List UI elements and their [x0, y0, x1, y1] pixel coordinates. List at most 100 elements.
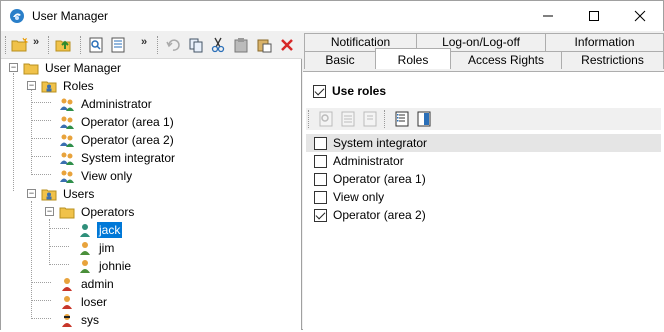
list-icon: [341, 111, 355, 127]
title-bar: User Manager: [1, 1, 663, 31]
tree-user-jack[interactable]: jack: [77, 221, 123, 239]
tree-toolbar: » »: [1, 31, 302, 59]
role-columns-button[interactable]: [392, 109, 412, 129]
maximize-button[interactable]: [571, 1, 617, 31]
tab-roles[interactable]: Roles: [375, 48, 451, 69]
undo-button[interactable]: [163, 35, 183, 55]
copy-button[interactable]: [186, 35, 206, 55]
role-group-icon: [60, 152, 74, 165]
role-list-detail-button[interactable]: [360, 109, 380, 129]
folder-icon: [59, 207, 75, 219]
tree-role-item[interactable]: Operator (area 2): [59, 131, 176, 149]
toolbar-overflow-chevron-2[interactable]: »: [141, 36, 147, 48]
tab-basic[interactable]: Basic: [304, 51, 376, 69]
collapse-users-toggle[interactable]: −: [27, 189, 36, 198]
paste-special-button[interactable]: [254, 35, 274, 55]
paste-button[interactable]: [231, 35, 251, 55]
use-roles-label: Use roles: [332, 84, 387, 98]
details-icon: [111, 37, 125, 53]
close-button[interactable]: [617, 1, 663, 31]
role-checkbox[interactable]: [314, 208, 327, 222]
tree-node-roles[interactable]: Roles: [41, 77, 96, 95]
role-list-item[interactable]: System integrator: [306, 134, 661, 152]
role-group-icon: [60, 116, 74, 129]
paste-special-icon: [257, 39, 272, 53]
role-group-icon: [60, 170, 74, 183]
tree-user-item[interactable]: loser: [59, 293, 109, 311]
toolbar-overflow-chevron[interactable]: »: [33, 36, 39, 48]
minimize-button[interactable]: [525, 1, 571, 31]
tree-roles-label: Roles: [63, 79, 94, 93]
roles-toolbar: [306, 108, 661, 130]
app-icon: [10, 9, 24, 23]
new-folder-button[interactable]: [10, 35, 30, 55]
system-user-icon: [62, 314, 72, 327]
new-folder-icon: [11, 37, 29, 52]
tree-node-root[interactable]: User Manager: [23, 59, 123, 77]
tab-information[interactable]: Information: [545, 33, 664, 51]
properties-icon: [319, 111, 333, 127]
user-icon: [80, 224, 90, 237]
role-properties-button[interactable]: [316, 109, 336, 129]
tree-user-item[interactable]: jim: [77, 239, 116, 257]
role-list-item[interactable]: Operator (area 1): [306, 170, 661, 188]
tree-user-item[interactable]: johnie: [77, 257, 133, 275]
role-list-button[interactable]: [338, 109, 358, 129]
user-icon: [80, 242, 90, 255]
list-detail-icon: [363, 111, 377, 127]
folder-icon: [23, 63, 39, 75]
tree-role-item[interactable]: View only: [59, 167, 134, 185]
role-checkbox[interactable]: [314, 172, 327, 186]
role-list-item[interactable]: View only: [306, 188, 661, 206]
window-title: User Manager: [32, 9, 109, 23]
cut-button[interactable]: [208, 35, 228, 55]
role-column-select-button[interactable]: [414, 109, 434, 129]
properties-icon: [89, 37, 103, 53]
paste-icon: [234, 38, 248, 53]
role-group-icon: [60, 134, 74, 147]
tree-users-label: Users: [63, 187, 95, 201]
tree-role-item[interactable]: Administrator: [59, 95, 154, 113]
tree-node-operators[interactable]: Operators: [59, 203, 136, 221]
role-list-item[interactable]: Administrator: [306, 152, 661, 170]
columns-icon: [395, 111, 409, 127]
tree-node-users[interactable]: Users: [41, 185, 96, 203]
up-folder-icon: [55, 40, 71, 52]
maximize-icon: [589, 11, 599, 21]
tab-access-rights[interactable]: Access Rights: [450, 51, 562, 69]
user-tree[interactable]: − User Manager − Roles Administrator Ope…: [1, 59, 302, 330]
use-roles-check[interactable]: [313, 84, 326, 98]
users-folder-icon: [41, 189, 57, 201]
tree-role-item[interactable]: Operator (area 1): [59, 113, 176, 131]
cut-icon: [211, 37, 225, 53]
copy-icon: [189, 38, 203, 53]
roles-folder-icon: [41, 81, 57, 93]
up-folder-button[interactable]: [54, 35, 74, 55]
tab-restrictions[interactable]: Restrictions: [561, 51, 664, 69]
roles-tab-panel: Use roles System integrator Administrato…: [303, 71, 664, 332]
use-roles-checkbox[interactable]: Use roles: [313, 84, 386, 98]
role-checkbox[interactable]: [314, 136, 327, 150]
user-manager-window: User Manager » » − User Manager − Roles …: [0, 0, 664, 332]
role-list-item[interactable]: Operator (area 2): [306, 206, 661, 224]
admin-user-icon: [62, 278, 72, 291]
role-checkbox[interactable]: [314, 154, 327, 168]
details-panel: Notification Log-on/Log-off Information …: [303, 31, 664, 332]
tree-user-item[interactable]: admin: [59, 275, 116, 293]
user-icon: [80, 260, 90, 273]
tree-operators-label: Operators: [81, 205, 135, 219]
collapse-operators-toggle[interactable]: −: [45, 207, 54, 216]
tree-role-item[interactable]: System integrator: [59, 149, 177, 167]
details-button[interactable]: [108, 35, 128, 55]
close-icon: [634, 10, 646, 22]
tree-root-label: User Manager: [45, 61, 122, 75]
minimize-icon: [543, 15, 553, 17]
properties-button[interactable]: [86, 35, 106, 55]
tree-user-item[interactable]: sys: [59, 311, 101, 329]
collapse-roles-toggle[interactable]: −: [27, 81, 36, 90]
collapse-root-toggle[interactable]: −: [9, 63, 18, 72]
role-checkbox[interactable]: [314, 190, 327, 204]
role-group-icon: [60, 98, 74, 111]
delete-button[interactable]: [277, 35, 297, 55]
undo-icon: [166, 39, 180, 51]
